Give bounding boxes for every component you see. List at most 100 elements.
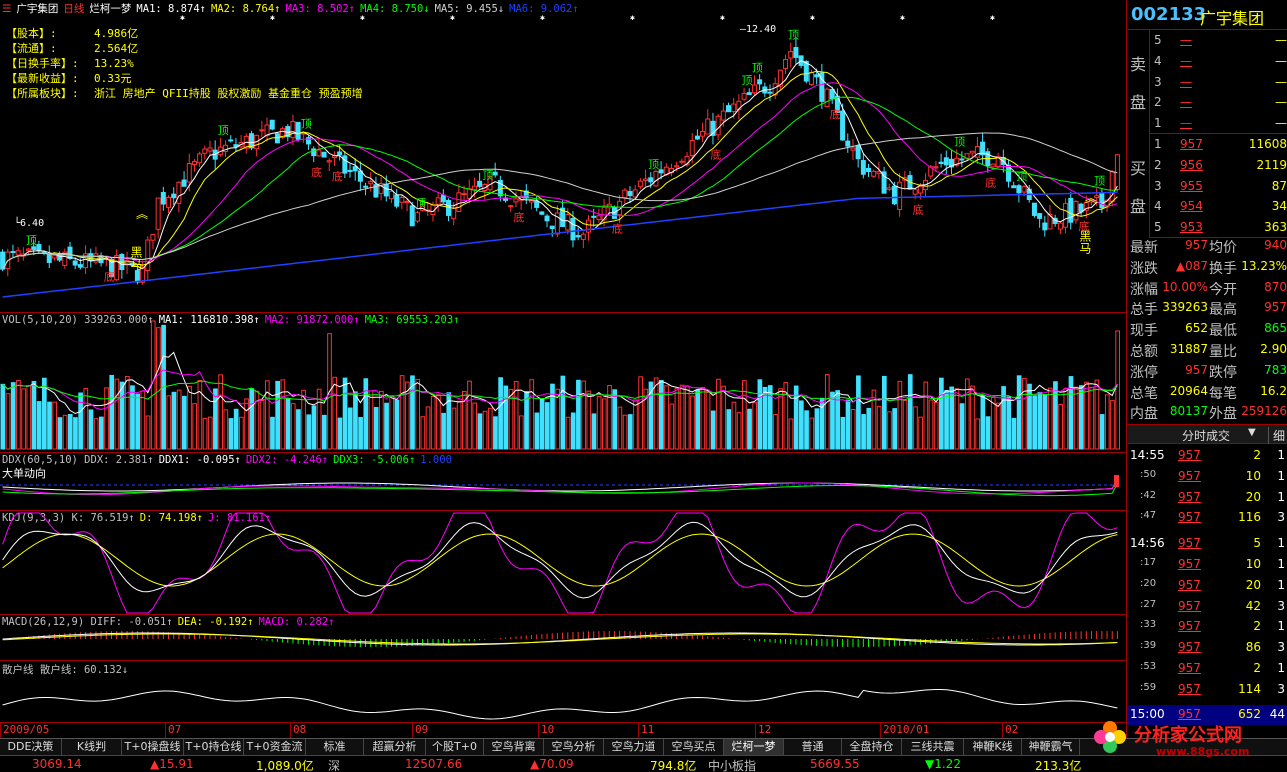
month-label: 02 (1005, 723, 1019, 736)
candle (46, 254, 52, 263)
volume-bar (321, 414, 327, 450)
candle (321, 151, 327, 158)
stat-value: 10.00% (1162, 279, 1208, 294)
dark-horse-label: 黑马 (1078, 230, 1092, 254)
candle (228, 139, 234, 142)
sanhu-panel[interactable]: 散户线 散户线: 60.132↓ (0, 660, 1127, 722)
formula-tab[interactable]: 超赢分析 (364, 739, 426, 756)
bottom-marker: 底 (710, 147, 721, 161)
macd-panel[interactable]: MACD(26,12,9) DIFF: -0.051↑ DEA: -0.192↑ M… (0, 614, 1127, 660)
month-label: 09 (415, 723, 429, 736)
formula-tab[interactable]: 烂柯一梦 (724, 739, 784, 756)
volume-bar (633, 399, 638, 450)
formula-tab[interactable]: T+0资金流 (244, 739, 306, 756)
dropdown-icon[interactable]: ▼ (1248, 427, 1256, 438)
candle (746, 92, 752, 96)
formula-tab[interactable]: 普通 (784, 739, 842, 756)
level-number: 5 (1154, 33, 1162, 47)
buy-label: 买盘 (1128, 134, 1150, 238)
formula-tab[interactable]: 三线共震 (902, 739, 964, 756)
formula-tab[interactable]: 空鸟力道 (604, 739, 664, 756)
level-volume: — (1275, 53, 1287, 68)
formula-tab[interactable]: T+0持仓线 (184, 739, 244, 756)
formula-tab[interactable]: K线判 (62, 739, 122, 756)
candle (938, 161, 944, 164)
formula-tab[interactable]: 空鸟买点 (664, 739, 724, 756)
level-volume: 34 (1271, 199, 1287, 214)
tick-price: 957 (1178, 661, 1201, 675)
volume-bar (228, 418, 234, 450)
volume-bar (145, 415, 151, 450)
level-volume: — (1275, 33, 1287, 47)
volume-bar (316, 388, 322, 450)
formula-tab[interactable]: 神鞭霸气 (1022, 739, 1080, 756)
volume-bar (498, 377, 503, 450)
volume-panel[interactable]: VOL(5,10,20) 339263.000↑ MA1: 116810.398↑… (0, 312, 1127, 452)
formula-tab[interactable]: DDE决策 (0, 739, 62, 756)
tick-count: 3 (1277, 681, 1285, 696)
candle (591, 215, 597, 218)
chart-area[interactable]: ☰ 广宇集团 日线 烂柯一梦 MA1: 8.874↑ MA2: 8.764↑ MA3: 8.… (0, 0, 1127, 739)
candle (622, 189, 628, 199)
top-marker: 顶 (788, 29, 799, 42)
price-panel[interactable]: ☰ 广宇集团 日线 烂柯一梦 MA1: 8.874↑ MA2: 8.764↑ MA3: 8.… (0, 0, 1127, 312)
status-item: 深 (328, 759, 341, 772)
volume-bar (664, 385, 669, 450)
tick-row: :50 957 10 1 (1128, 467, 1287, 487)
volume-bar (555, 388, 561, 450)
stat-value: 259126 (1241, 404, 1287, 419)
tab-detail[interactable]: 细 (1268, 427, 1285, 444)
formula-tab[interactable]: 个股T+0 (426, 739, 484, 756)
candle (290, 120, 296, 139)
candle (959, 158, 965, 161)
stat-row: 涨幅 10.00% 今开 870 (1128, 278, 1287, 298)
volume-bar (135, 393, 141, 450)
kdj-panel[interactable]: KDJ(9,3,3) K: 76.519↑ D: 74.198↑ J: 81.161… (0, 510, 1127, 614)
volume-bar (119, 381, 125, 450)
level-volume: 363 (1264, 220, 1287, 235)
volume-bar (524, 391, 529, 450)
volume-bar (778, 388, 783, 450)
formula-tab[interactable]: 标准 (306, 739, 364, 756)
status-item: 213.3亿 (1035, 759, 1082, 772)
candle (943, 157, 949, 166)
formula-tab[interactable]: 神鞭K线 (964, 739, 1022, 756)
volume-bar (36, 401, 42, 450)
candle (513, 198, 519, 203)
level-volume: 2119 (1256, 157, 1287, 172)
tick-time: :53 (1140, 661, 1157, 672)
candle (679, 160, 685, 163)
tick-volume: 86 (1245, 640, 1261, 655)
stat-row: 涨跌 ▲087 换手 13.23% (1128, 257, 1287, 277)
candle (1099, 191, 1105, 209)
dark-horse-arrow-icon: ︽ (136, 207, 148, 221)
bottom-marker: 底 (830, 107, 841, 121)
volume-bar (861, 414, 866, 450)
formula-tab[interactable]: 空鸟背离 (484, 739, 544, 756)
stat-label: 量比 (1209, 344, 1237, 360)
level-number: 4 (1154, 199, 1162, 214)
formula-tab[interactable]: 空鸟分析 (544, 739, 604, 756)
volume-bar (31, 380, 37, 450)
tab-ticks[interactable]: 分时成交 (1182, 427, 1230, 444)
ddx-panel[interactable]: DDX(60,5,10) DDX: 2.381↑ DDX1: -0.095↑ DDX… (0, 452, 1127, 510)
quote-level-row: 4 — — (1150, 52, 1287, 72)
stat-label: 总手 (1130, 302, 1158, 319)
stat-value: 870 (1264, 279, 1287, 294)
quote-level-row: 3 — — (1150, 73, 1287, 93)
volume-bar (674, 387, 680, 450)
status-item: ▲15.91 (150, 757, 194, 771)
volume-bar (1011, 417, 1017, 450)
stat-value: 783 (1264, 362, 1287, 377)
candle (352, 166, 358, 172)
volume-bar (731, 401, 737, 450)
stat-value: 865 (1264, 321, 1287, 336)
formula-tab[interactable]: 全盘持仓 (842, 739, 902, 756)
formula-tab[interactable]: T+0操盘线 (122, 739, 184, 756)
volume-bar (840, 416, 846, 450)
tick-row: :53 957 2 1 (1128, 659, 1287, 679)
volume-bar (1021, 377, 1027, 450)
volume-bar (109, 374, 115, 450)
volume-bar (1115, 330, 1121, 450)
volume-bar (363, 378, 369, 450)
